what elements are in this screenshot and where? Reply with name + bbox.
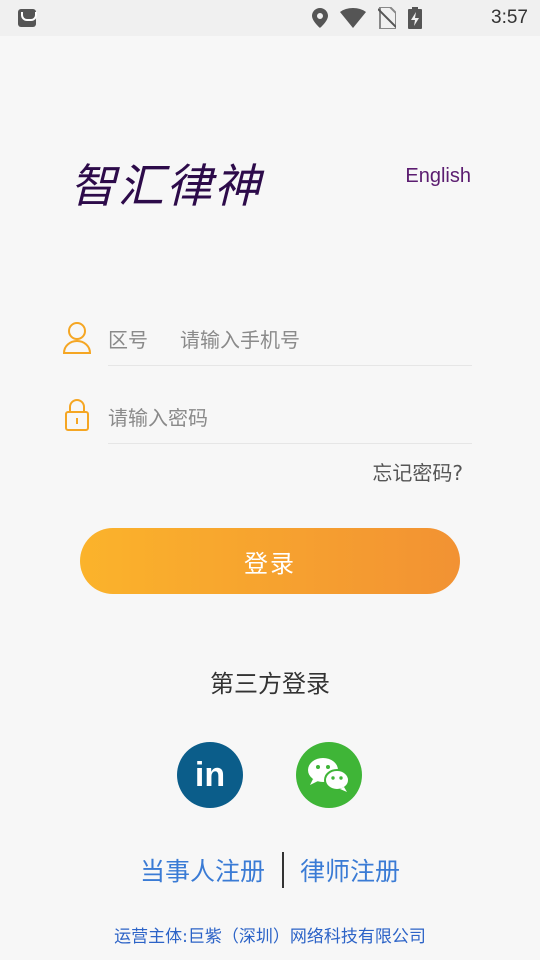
lawyer-register-link[interactable]: 律师注册 xyxy=(300,852,400,888)
status-time: 3:57 xyxy=(491,7,528,28)
user-icon xyxy=(62,322,92,354)
lock-icon xyxy=(65,399,89,431)
language-toggle[interactable]: English xyxy=(405,165,471,188)
phone-field[interactable]: 区号 请输入手机号 xyxy=(62,306,472,366)
linkedin-icon: in xyxy=(194,756,226,794)
wifi-icon xyxy=(340,8,366,28)
status-bar: 3:57 xyxy=(0,0,540,36)
location-icon xyxy=(312,8,328,28)
app-title: 智汇律神 xyxy=(70,159,262,213)
password-field[interactable]: 请输入密码 xyxy=(62,384,472,444)
operator-footer: 运营主体:巨紫（深圳）网络科技有限公司 xyxy=(114,927,426,947)
no-sim-icon xyxy=(378,7,396,29)
divider xyxy=(108,365,472,366)
wechat-login-button[interactable] xyxy=(296,742,362,808)
phone-input[interactable]: 请输入手机号 xyxy=(180,324,300,353)
battery-charging-icon xyxy=(408,7,422,29)
app-icon xyxy=(18,9,37,27)
third-party-login-title: 第三方登录 xyxy=(210,670,330,698)
register-divider xyxy=(282,852,284,888)
login-button[interactable]: 登录 xyxy=(80,528,460,594)
party-register-link[interactable]: 当事人注册 xyxy=(140,852,265,888)
password-input[interactable]: 请输入密码 xyxy=(108,402,208,431)
status-icons xyxy=(312,7,422,29)
area-code-selector[interactable]: 区号 xyxy=(108,324,148,353)
linkedin-login-button[interactable]: in xyxy=(177,742,243,808)
divider xyxy=(108,443,472,444)
wechat-icon xyxy=(308,758,350,792)
forgot-password-link[interactable]: 忘记密码? xyxy=(372,457,463,486)
